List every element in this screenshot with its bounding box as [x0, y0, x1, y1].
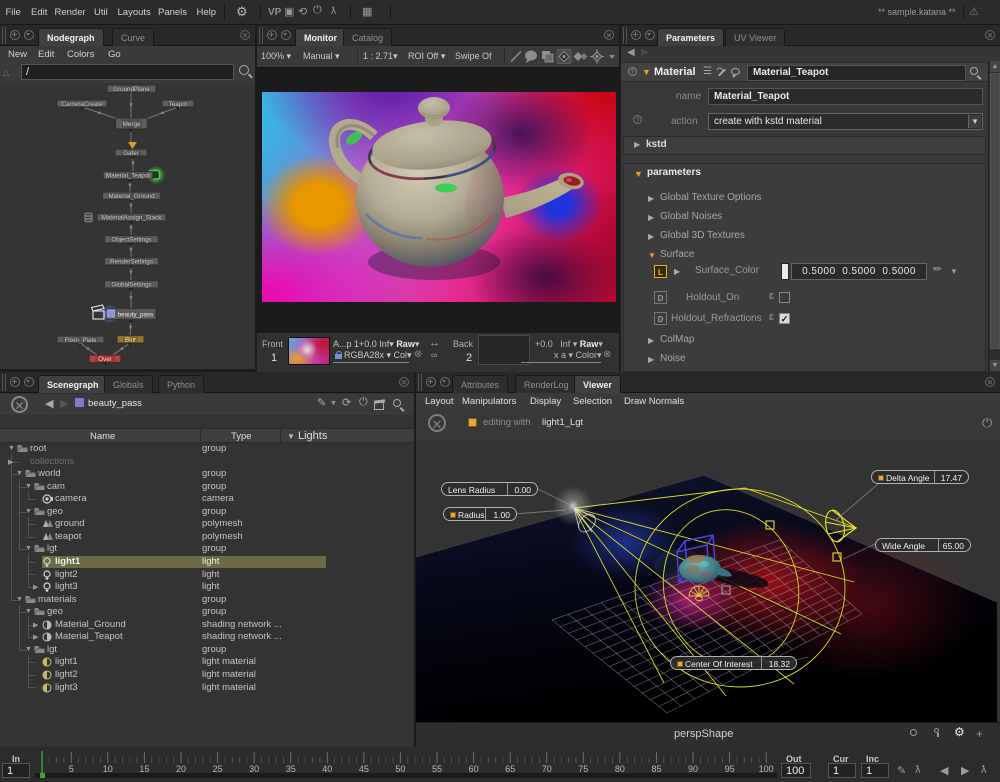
svg-text:20: 20 [176, 764, 186, 774]
svg-text:RenderSettings: RenderSettings [110, 259, 153, 266]
svg-text:50: 50 [395, 764, 405, 774]
svg-text:Teapot: Teapot [169, 101, 188, 108]
svg-text:Flixin_Plate: Flixin_Plate [65, 337, 98, 344]
svg-text:beauty_pass: beauty_pass [118, 311, 154, 318]
svg-text:Gafer: Gafer [123, 150, 138, 157]
svg-text:55: 55 [432, 764, 442, 774]
svg-text:40: 40 [322, 764, 332, 774]
svg-text:90: 90 [688, 764, 698, 774]
svg-text:85: 85 [651, 764, 661, 774]
svg-text:35: 35 [286, 764, 296, 774]
svg-text:Material_Teapot: Material_Teapot [106, 173, 150, 180]
svg-text:Over: Over [98, 356, 113, 363]
svg-text:70: 70 [542, 764, 552, 774]
svg-text:15: 15 [139, 764, 149, 774]
svg-text:95: 95 [725, 764, 735, 774]
svg-text:80: 80 [615, 764, 625, 774]
svg-text:Merge: Merge [122, 121, 141, 128]
svg-text:CameraCreate: CameraCreate [62, 101, 103, 108]
svg-text:5: 5 [69, 764, 74, 774]
svg-text:65: 65 [505, 764, 515, 774]
svg-text:GlobalSettings: GlobalSettings [111, 282, 151, 289]
svg-text:MaterialAssign_Stack: MaterialAssign_Stack [102, 215, 162, 222]
svg-text:25: 25 [213, 764, 223, 774]
svg-text:Blur: Blur [125, 337, 137, 344]
svg-text:45: 45 [359, 764, 369, 774]
svg-text:Material_Ground: Material_Ground [108, 193, 155, 200]
svg-text:75: 75 [578, 764, 588, 774]
svg-text:100: 100 [759, 764, 774, 774]
svg-text:10: 10 [103, 764, 113, 774]
svg-text:30: 30 [249, 764, 259, 774]
svg-text:ObjectSettings: ObjectSettings [111, 237, 151, 244]
svg-text:60: 60 [469, 764, 479, 774]
svg-text:GroundPlane: GroundPlane [113, 86, 150, 93]
